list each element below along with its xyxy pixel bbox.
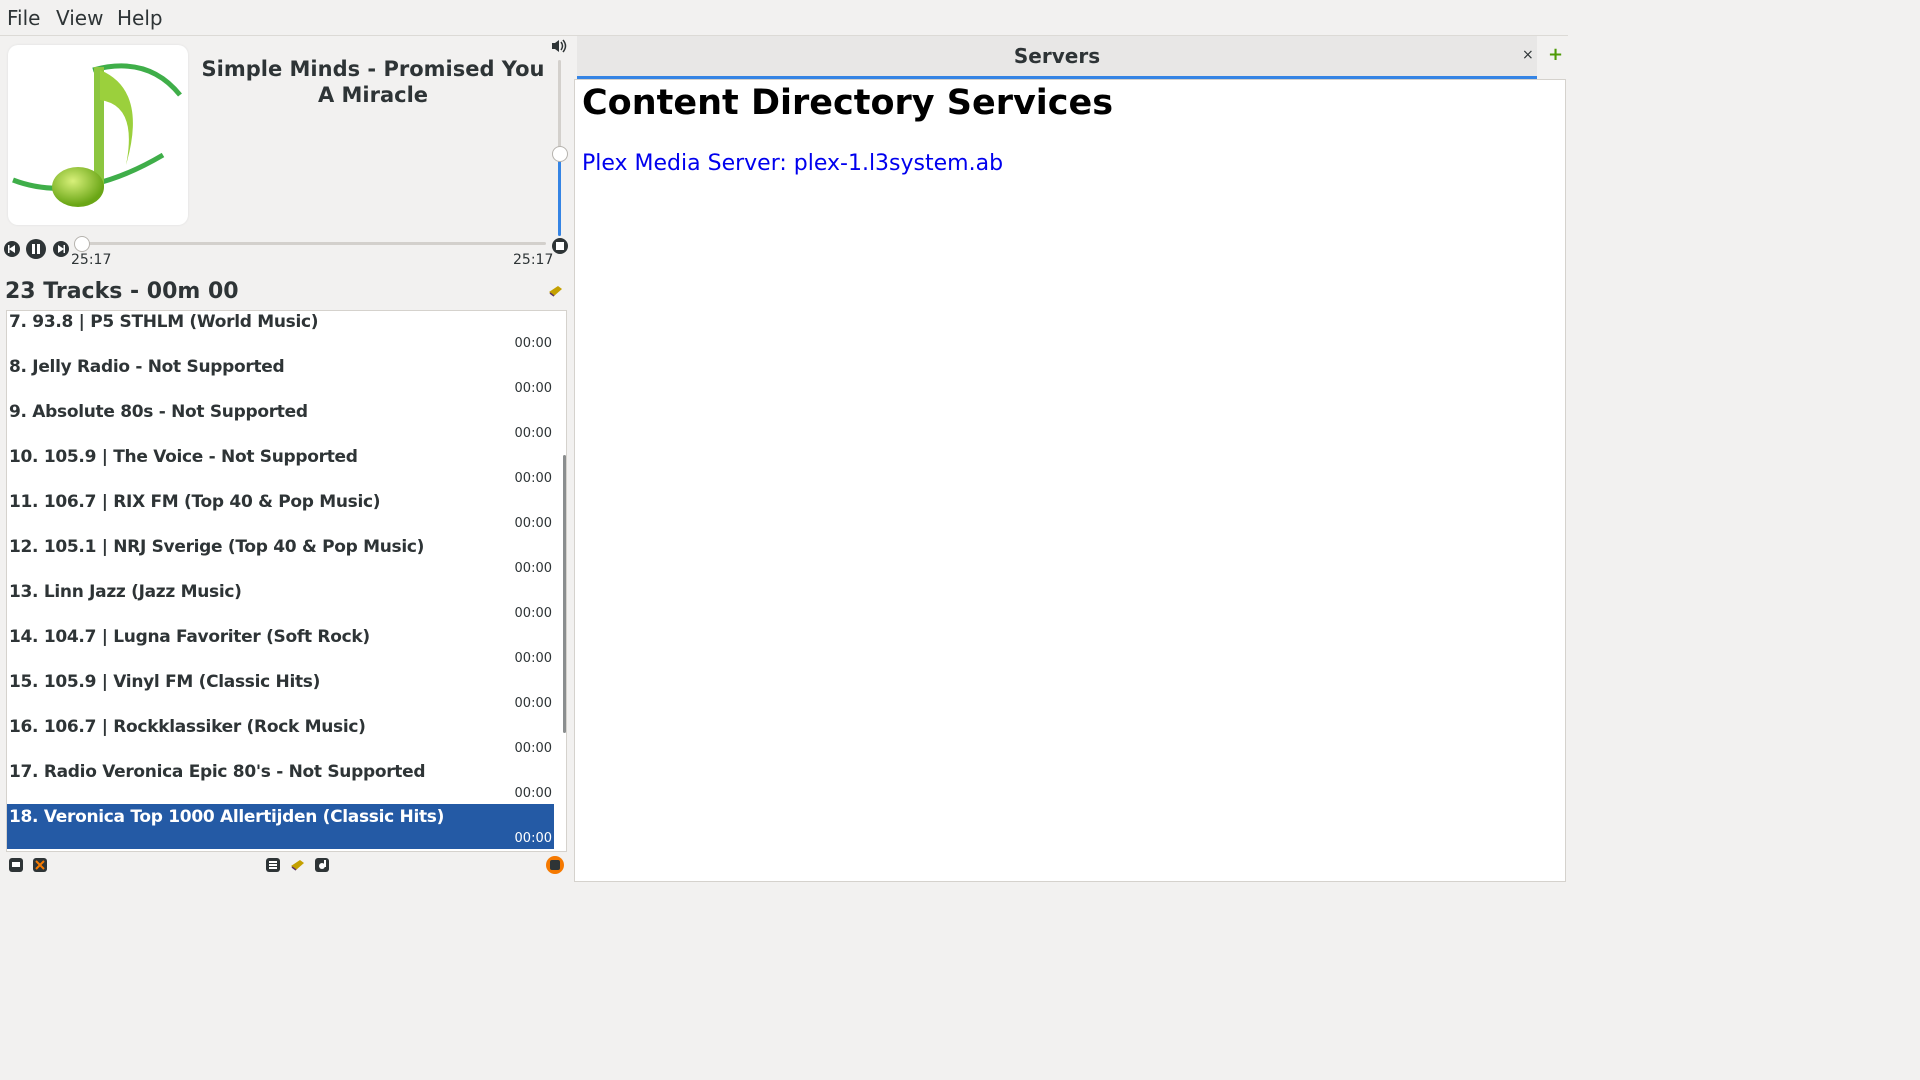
next-icon[interactable] xyxy=(52,240,70,258)
servers-panel: Servers × + Content Directory Services P… xyxy=(573,36,1568,883)
track-title: 13. Linn Jazz (Jazz Music) xyxy=(9,582,242,602)
track-title: 9. Absolute 80s - Not Supported xyxy=(9,402,308,422)
seek-handle[interactable] xyxy=(74,236,90,252)
menu-file[interactable]: File xyxy=(7,6,40,30)
track-duration: 00:00 xyxy=(514,471,552,486)
player-panel: Simple Minds - Promised You A Miracle 25… xyxy=(0,36,572,883)
playlist-row[interactable]: 8. Jelly Radio - Not Supported 00:00 xyxy=(7,354,554,399)
tab-servers[interactable]: Servers × xyxy=(577,36,1537,79)
playlist-row[interactable]: 15. 105.9 | Vinyl FM (Classic Hits) 00:00 xyxy=(7,669,554,714)
pause-icon[interactable] xyxy=(25,238,47,260)
playlist: 7. 93.8 | P5 STHLM (World Music) 00:00 8. … xyxy=(6,310,567,852)
menubar: File View Help xyxy=(0,0,1568,36)
volume-level xyxy=(558,153,561,236)
track-title: 14. 104.7 | Lugna Favoriter (Soft Rock) xyxy=(9,627,370,647)
track-duration: 00:00 xyxy=(514,831,552,846)
track-title: 18. Veronica Top 1000 Allertijden (Class… xyxy=(9,807,445,827)
seek-bar[interactable] xyxy=(80,242,546,245)
track-duration: 00:00 xyxy=(514,741,552,756)
track-title: 15. 105.9 | Vinyl FM (Classic Hits) xyxy=(9,672,321,692)
track-title: 8. Jelly Radio - Not Supported xyxy=(9,357,285,377)
track-duration: 00:00 xyxy=(514,606,552,621)
add-tab-icon[interactable]: + xyxy=(1548,44,1563,65)
playlist-row[interactable]: 16. 106.7 | Rockklassiker (Rock Music) 00… xyxy=(7,714,554,759)
track-title: 16. 106.7 | Rockklassiker (Rock Music) xyxy=(9,717,366,737)
playlist-row[interactable]: 7. 93.8 | P5 STHLM (World Music) 00:00 xyxy=(7,311,554,354)
track-duration: 00:00 xyxy=(514,336,552,351)
playlist-mode-icon[interactable] xyxy=(8,857,24,873)
stop-icon[interactable] xyxy=(551,237,569,255)
dlna-icon[interactable] xyxy=(314,857,330,873)
track-title: 11. 106.7 | RIX FM (Top 40 & Pop Music) xyxy=(9,492,381,512)
close-icon[interactable]: × xyxy=(1522,47,1534,63)
playlist-row[interactable]: 18. Veronica Top 1000 Allertijden (Class… xyxy=(7,804,554,849)
clear-playlist-icon[interactable] xyxy=(548,284,564,298)
list-icon[interactable] xyxy=(265,857,281,873)
volume-handle[interactable] xyxy=(552,146,568,162)
content-view: Content Directory Services Plex Media Se… xyxy=(574,79,1566,882)
track-title: 17. Radio Veronica Epic 80's - Not Suppo… xyxy=(9,762,426,782)
now-playing-title: Simple Minds - Promised You A Miracle xyxy=(201,57,545,107)
playlist-row[interactable]: 12. 105.1 | NRJ Sverige (Top 40 & Pop Mu… xyxy=(7,534,554,579)
playlist-row[interactable]: 9. Absolute 80s - Not Supported 00:00 xyxy=(7,399,554,444)
track-title: 7. 93.8 | P5 STHLM (World Music) xyxy=(9,312,319,332)
album-art xyxy=(8,45,188,225)
tab-label: Servers xyxy=(1013,44,1101,68)
track-duration: 00:00 xyxy=(514,426,552,441)
playlist-row[interactable]: 17. Radio Veronica Epic 80's - Not Suppo… xyxy=(7,759,554,804)
server-link[interactable]: Plex Media Server: plex-1.l3system.ab xyxy=(582,151,1003,176)
track-duration: 00:00 xyxy=(514,696,552,711)
volume-icon[interactable] xyxy=(550,38,568,54)
track-duration: 00:00 xyxy=(514,786,552,801)
track-duration: 00:00 xyxy=(514,561,552,576)
repeat-badge-icon[interactable] xyxy=(545,855,565,875)
track-title: 12. 105.1 | NRJ Sverige (Top 40 & Pop Mu… xyxy=(9,537,425,557)
playlist-row[interactable]: 13. Linn Jazz (Jazz Music) 00:00 xyxy=(7,579,554,624)
content-heading: Content Directory Services xyxy=(582,83,1114,123)
previous-icon[interactable] xyxy=(3,240,21,258)
total-time: 25:17 xyxy=(513,252,554,268)
playlist-row[interactable]: 11. 106.7 | RIX FM (Top 40 & Pop Music) 0… xyxy=(7,489,554,534)
menu-view[interactable]: View xyxy=(56,6,103,30)
menu-help[interactable]: Help xyxy=(117,6,163,30)
track-title: 10. 105.9 | The Voice - Not Supported xyxy=(9,447,358,467)
playlist-summary: 23 Tracks - 00m 00 xyxy=(5,279,239,304)
broom-icon[interactable] xyxy=(290,857,306,873)
elapsed-time: 25:17 xyxy=(71,252,112,268)
playlist-row[interactable]: 14. 104.7 | Lugna Favoriter (Soft Rock) 0… xyxy=(7,624,554,669)
track-duration: 00:00 xyxy=(514,516,552,531)
music-note-icon xyxy=(12,63,182,207)
track-duration: 00:00 xyxy=(514,651,552,666)
playlist-row[interactable]: 10. 105.9 | The Voice - Not Supported 00:… xyxy=(7,444,554,489)
playlist-scrollbar[interactable] xyxy=(563,455,566,733)
shuffle-icon[interactable] xyxy=(32,857,48,873)
track-duration: 00:00 xyxy=(514,381,552,396)
